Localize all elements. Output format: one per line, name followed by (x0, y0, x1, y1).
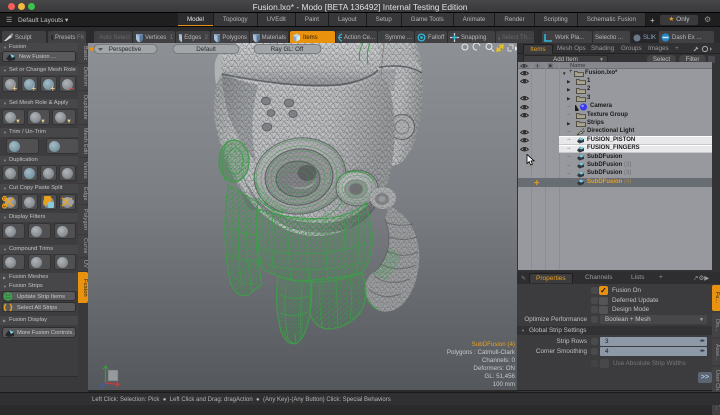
svg-text:GL: 51,456: GL: 51,456 (484, 373, 515, 380)
svg-text:Ray GL: Off: Ray GL: Off (271, 46, 304, 53)
svg-text:Deformers: ON: Deformers: ON (473, 365, 515, 372)
svg-text:Channels: 0: Channels: 0 (482, 357, 516, 364)
svg-text:100 mm: 100 mm (493, 381, 515, 388)
svg-text:Default: Default (196, 46, 216, 53)
svg-text:SubDFusion (4): SubDFusion (4) (472, 341, 515, 348)
svg-text:Polygons : Catmull-Clark: Polygons : Catmull-Clark (447, 349, 516, 356)
svg-text:Perspective: Perspective (109, 46, 142, 53)
